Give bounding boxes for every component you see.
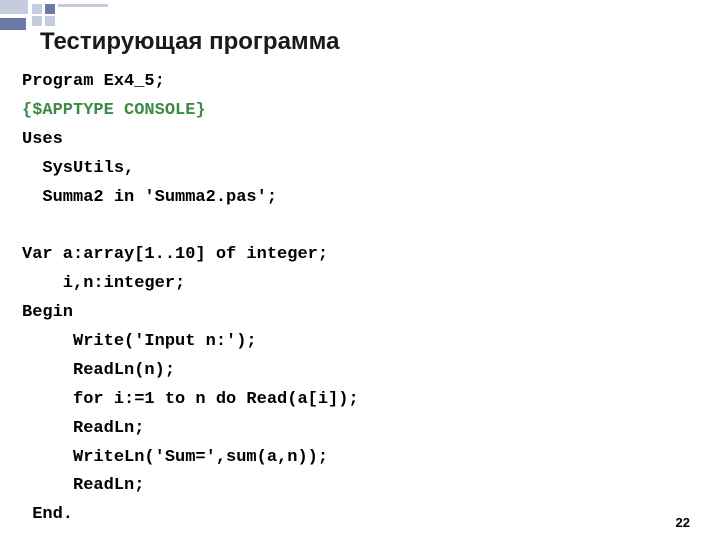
code-line: ReadLn;	[22, 419, 144, 438]
code-line: Begin	[22, 303, 73, 322]
code-line: Uses	[22, 130, 63, 149]
code-line: Program Ex4_5;	[22, 72, 165, 91]
page-number: 22	[676, 515, 690, 530]
code-line: End.	[22, 505, 73, 524]
code-directive: {$APPTYPE CONSOLE}	[22, 101, 206, 120]
code-line: Write('Input n:');	[22, 332, 257, 351]
code-line: WriteLn('Sum=',sum(a,n));	[22, 448, 328, 467]
code-line: Summa2 in 'Summa2.pas';	[22, 188, 277, 207]
code-line: ReadLn(n);	[22, 361, 175, 380]
code-line: SysUtils,	[22, 159, 134, 178]
code-line: Var a:array[1..10] of integer;	[22, 245, 328, 264]
slide-title: Тестирующая программа	[40, 28, 339, 56]
code-line: i,n:integer;	[22, 274, 185, 293]
code-listing: Program Ex4_5; {$APPTYPE CONSOLE} Uses S…	[22, 68, 359, 530]
code-line: for i:=1 to n do Read(a[i]);	[22, 390, 359, 409]
code-line: ReadLn;	[22, 476, 144, 495]
